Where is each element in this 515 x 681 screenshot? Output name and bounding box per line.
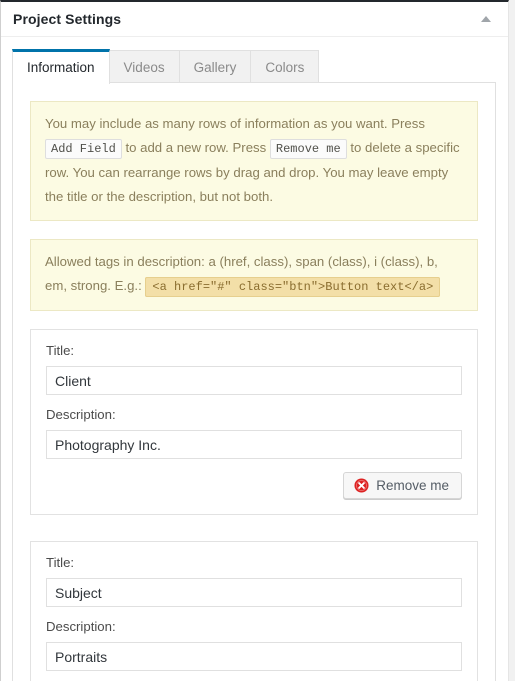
tab-panel-information: You may include as many rows of informat… (12, 82, 496, 681)
notice-rows-help: You may include as many rows of informat… (30, 101, 478, 221)
panel-header: Project Settings (1, 2, 508, 37)
title-label: Title: (46, 343, 75, 358)
tab-label: Colors (265, 60, 305, 75)
field-group-row: Title: Description: Remove me (30, 329, 478, 515)
inline-code-example-anchor: <a href="#" class="btn">Button text</a> (145, 277, 441, 297)
tab-colors[interactable]: Colors (250, 50, 320, 84)
inline-code-remove-me: Remove me (269, 139, 347, 159)
description-label: Description: (46, 619, 116, 634)
field-actions: Remove me (46, 472, 462, 499)
error-circle-icon (354, 478, 369, 493)
notice-text-part2: to add a new row. Press (121, 140, 270, 155)
tab-gallery[interactable]: Gallery (178, 50, 252, 84)
page-title: Project Settings (13, 11, 122, 27)
notice-allowed-tags: Allowed tags in description: a (href, cl… (30, 239, 478, 311)
title-input[interactable] (46, 578, 462, 607)
field-group-row: Title: Description: (30, 541, 478, 681)
tab-label: Videos (123, 60, 165, 75)
notice-text-part1: You may include as many rows of informat… (45, 116, 425, 131)
title-label: Title: (46, 555, 75, 570)
inline-code-add-field: Add Field (45, 139, 122, 159)
tab-videos[interactable]: Videos (108, 50, 180, 84)
description-input[interactable] (46, 642, 462, 671)
tab-label: Information (27, 60, 95, 75)
description-label: Description: (46, 407, 116, 422)
tab-bar: Information Videos Gallery Colors (1, 37, 508, 84)
description-input[interactable] (46, 430, 462, 459)
title-input[interactable] (46, 366, 462, 395)
remove-me-button[interactable]: Remove me (343, 472, 462, 499)
tab-label: Gallery (193, 60, 237, 75)
screen-root: Project Settings Information Videos Gall… (0, 0, 515, 681)
project-settings-panel: Project Settings Information Videos Gall… (0, 0, 509, 681)
chevron-up-icon[interactable] (474, 7, 498, 31)
tab-information[interactable]: Information (12, 49, 110, 84)
remove-me-label: Remove me (376, 478, 449, 493)
